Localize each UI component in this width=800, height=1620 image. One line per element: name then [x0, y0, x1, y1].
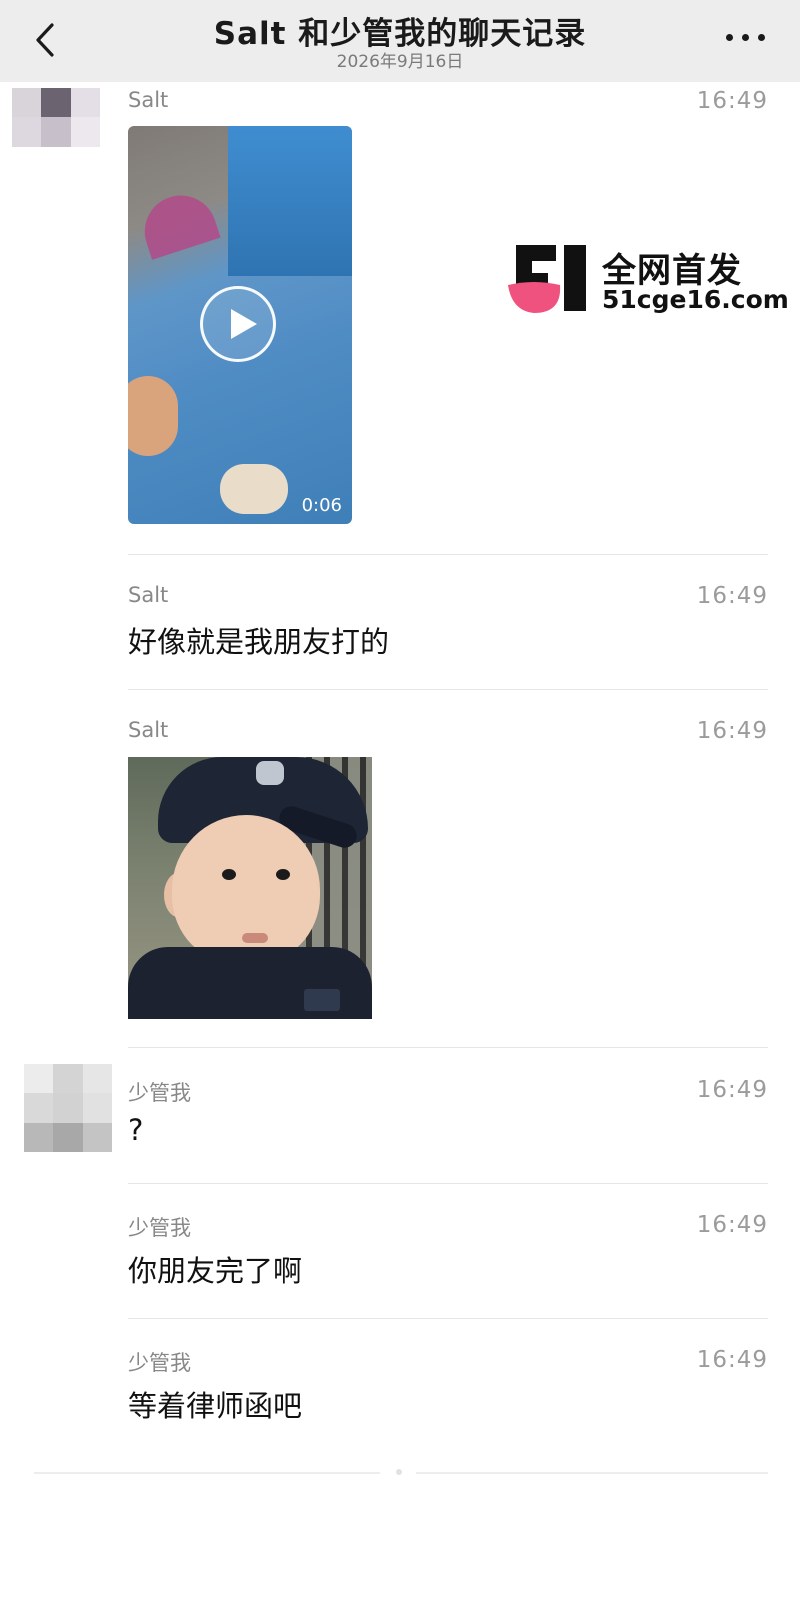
sender-name: 少管我: [128, 1216, 191, 1240]
message-time: 16:49: [696, 1347, 768, 1373]
video-frame-mat: [135, 186, 221, 260]
end-divider-left: [34, 1472, 380, 1474]
divider: [128, 689, 768, 690]
sticker-cap-badge: [256, 761, 284, 785]
message-text: 好像就是我朋友打的: [128, 625, 390, 659]
message-text: 等着律师函吧: [128, 1389, 303, 1423]
divider: [128, 554, 768, 555]
message-text: 你朋友完了啊: [128, 1254, 303, 1288]
avatar-salt[interactable]: [12, 88, 100, 176]
sender-name: Salt: [128, 718, 169, 742]
message-time: 16:49: [696, 583, 768, 609]
video-thumbnail[interactable]: 0:06: [128, 126, 352, 524]
sticker-eye-right: [276, 869, 290, 880]
more-options-icon[interactable]: [724, 30, 768, 44]
chat-header: Salt 和少管我的聊天记录 2026年9月16日: [0, 0, 800, 82]
watermark: 全网首发 51cge16.com: [508, 243, 790, 314]
avatar-shaoguanwo[interactable]: [24, 1064, 112, 1152]
video-frame-glove: [220, 464, 288, 514]
video-duration: 0:06: [301, 495, 342, 516]
video-frame-arm: [128, 376, 178, 456]
sticker-patch: [304, 989, 340, 1011]
divider: [128, 1047, 768, 1048]
chat-date: 2026年9月16日: [336, 52, 464, 72]
end-divider-dot: [396, 1469, 402, 1475]
message-text: ?: [128, 1113, 144, 1147]
message-time: 16:49: [696, 718, 768, 744]
message-time: 16:49: [696, 1077, 768, 1103]
message-time: 16:49: [696, 1212, 768, 1238]
watermark-url: 51cge16.com: [602, 285, 789, 314]
end-divider-right: [416, 1472, 768, 1474]
sticker-image[interactable]: [128, 757, 372, 1019]
sticker-eye-left: [222, 869, 236, 880]
divider: [128, 1318, 768, 1319]
play-icon[interactable]: [200, 286, 276, 362]
sender-name: Salt: [128, 88, 169, 112]
sender-name: Salt: [128, 583, 169, 607]
divider: [128, 1183, 768, 1184]
video-frame-tray: [228, 126, 352, 276]
sender-name: 少管我: [128, 1351, 191, 1375]
sender-name: 少管我: [128, 1081, 191, 1105]
watermark-logo-icon: [508, 245, 586, 313]
message-time: 16:49: [696, 88, 768, 114]
sticker-mouth: [242, 933, 268, 943]
